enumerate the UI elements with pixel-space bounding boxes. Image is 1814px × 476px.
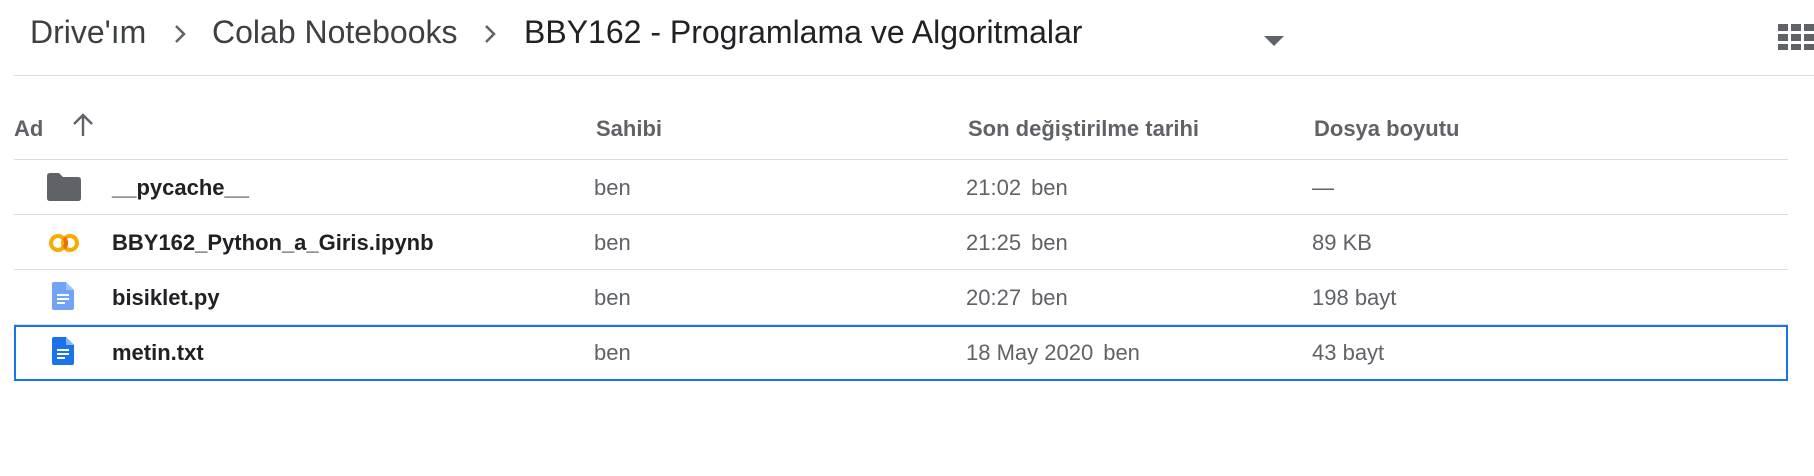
- modified-cell: 21:02 ben: [966, 173, 1068, 203]
- file-row[interactable]: __pycache__ ben 21:02 ben —: [14, 160, 1788, 216]
- modified-cell: 18 May 2020 ben: [966, 338, 1140, 368]
- modified-cell: 21:25 ben: [966, 228, 1068, 258]
- sort-ascending-icon[interactable]: [70, 112, 96, 138]
- grid-view-icon[interactable]: [1778, 24, 1814, 50]
- file-name: bisiklet.py: [112, 285, 220, 310]
- folder-icon: [47, 173, 81, 201]
- colab-icon: [49, 234, 79, 252]
- doc-icon: [52, 282, 74, 310]
- breadcrumb-item-my-drive[interactable]: Drive'ım: [30, 12, 146, 52]
- doc-icon: [52, 337, 74, 365]
- breadcrumb-item-colab-notebooks[interactable]: Colab Notebooks: [212, 12, 457, 52]
- owner-cell: ben: [594, 340, 631, 365]
- owner-cell: ben: [594, 175, 631, 200]
- size-cell: 43 bayt: [1312, 340, 1385, 365]
- modified-time: 21:02: [966, 175, 1022, 200]
- modified-by: ben: [1031, 285, 1068, 310]
- modified-time: 20:27: [966, 285, 1022, 310]
- caret-down-icon[interactable]: [1264, 36, 1284, 46]
- column-header-modified[interactable]: Son değiştirilme tarihi: [968, 114, 1199, 144]
- column-header-name[interactable]: Ad: [14, 114, 43, 144]
- column-header-owner[interactable]: Sahibi: [596, 114, 662, 144]
- file-name: BBY162_Python_a_Giris.ipynb: [112, 230, 434, 255]
- modified-by: ben: [1031, 175, 1068, 200]
- modified-time: 18 May 2020: [966, 340, 1094, 365]
- file-name: __pycache__: [112, 175, 249, 200]
- file-row-selected[interactable]: metin.txt ben 18 May 2020 ben 43 bayt: [14, 325, 1788, 381]
- size-cell: 89 KB: [1312, 230, 1372, 255]
- chevron-right-icon: [175, 25, 186, 43]
- breadcrumb-current-folder[interactable]: BBY162 - Programlama ve Algoritmalar: [524, 12, 1082, 52]
- owner-cell: ben: [594, 230, 631, 255]
- size-cell: 198 bayt: [1312, 285, 1397, 310]
- chevron-right-icon: [485, 25, 496, 43]
- breadcrumb-bar: Drive'ım Colab Notebooks BBY162 - Progra…: [14, 0, 1814, 76]
- modified-cell: 20:27 ben: [966, 283, 1068, 313]
- file-name: metin.txt: [112, 340, 204, 365]
- size-cell: —: [1312, 175, 1334, 200]
- modified-by: ben: [1103, 340, 1140, 365]
- modified-time: 21:25: [966, 230, 1022, 255]
- file-row[interactable]: bisiklet.py ben 20:27 ben 198 bayt: [14, 270, 1788, 326]
- owner-cell: ben: [594, 285, 631, 310]
- modified-by: ben: [1031, 230, 1068, 255]
- column-header-size[interactable]: Dosya boyutu: [1314, 114, 1459, 144]
- file-row[interactable]: BBY162_Python_a_Giris.ipynb ben 21:25 ben…: [14, 215, 1788, 271]
